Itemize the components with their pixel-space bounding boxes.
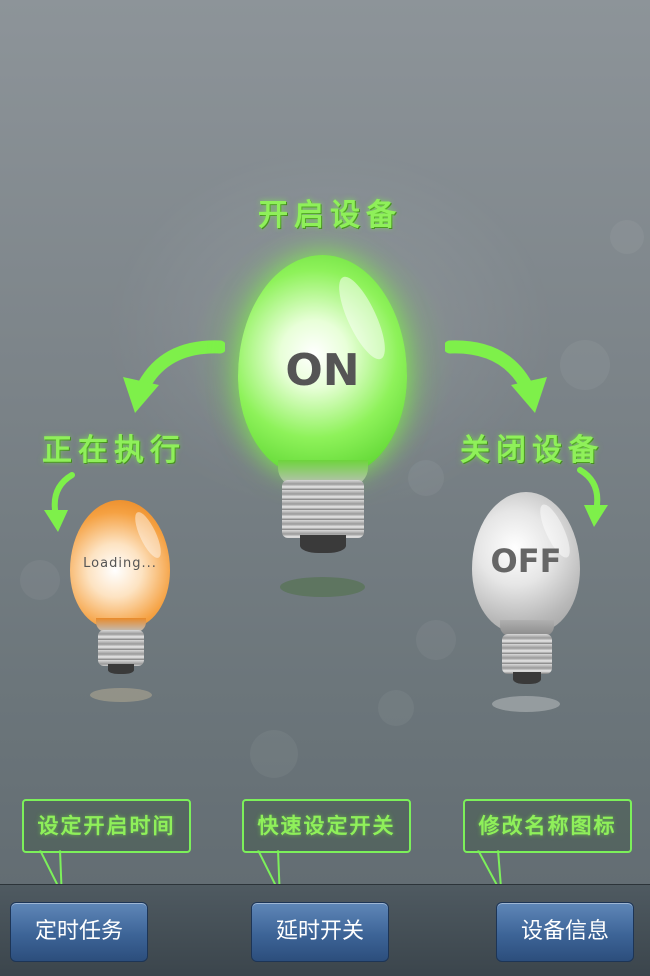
off-bulb[interactable]: OFF	[472, 492, 592, 717]
timer-tasks-button[interactable]: 定时任务	[10, 902, 148, 962]
bokeh-dot	[560, 340, 610, 390]
off-bulb-text: OFF	[490, 542, 562, 580]
callout-rename-icon: 修改名称图标	[463, 799, 632, 853]
loading-bulb-text: Loading...	[83, 556, 157, 571]
loading-bulb: Loading...	[70, 500, 180, 705]
off-state-label: 关闭设备	[460, 433, 604, 468]
bokeh-dot	[610, 220, 644, 254]
callout-quick-switch: 快速设定开关	[242, 799, 411, 853]
executing-state-label: 正在执行	[42, 433, 186, 468]
bokeh-dot	[416, 620, 456, 660]
bokeh-dot	[378, 690, 414, 726]
on-bulb[interactable]: ON	[190, 225, 455, 597]
bokeh-dot	[20, 560, 60, 600]
on-bulb-text: ON	[285, 345, 360, 396]
callout-schedule-time: 设定开启时间	[22, 799, 191, 853]
delay-switch-button[interactable]: 延时开关	[251, 902, 389, 962]
bokeh-dot	[250, 730, 298, 778]
device-info-button[interactable]: 设备信息	[496, 902, 634, 962]
